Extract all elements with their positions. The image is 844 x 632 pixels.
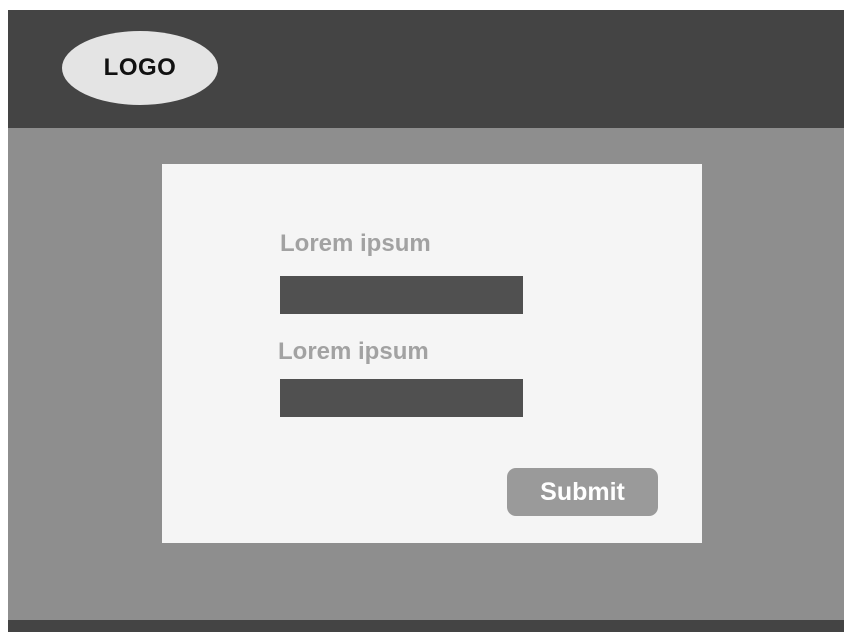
logo[interactable]: LOGO xyxy=(62,31,218,105)
footer-bar xyxy=(8,620,844,632)
header-bar: LOGO xyxy=(8,10,844,128)
text-input-1[interactable] xyxy=(280,276,523,314)
field-label-2: Lorem ipsum xyxy=(278,338,429,365)
page-frame: LOGO Lorem ipsum Lorem ipsum Submit xyxy=(8,10,844,632)
submit-button[interactable]: Submit xyxy=(507,468,658,516)
login-form-card: Lorem ipsum Lorem ipsum Submit xyxy=(162,164,702,543)
field-label-1: Lorem ipsum xyxy=(280,230,431,257)
text-input-2[interactable] xyxy=(280,379,523,417)
